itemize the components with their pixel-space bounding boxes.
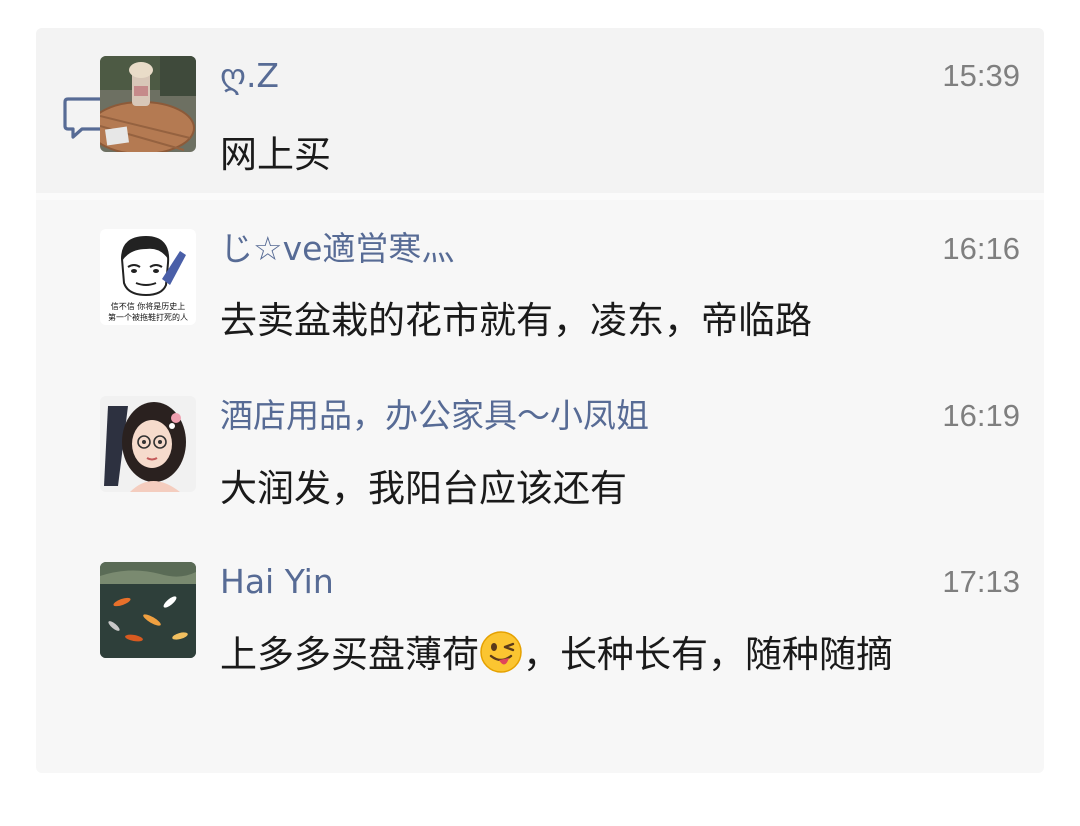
comment-time: 15:39 — [942, 58, 1020, 93]
comment-text-part: 上多多买盘薄荷 — [220, 633, 479, 676]
comment-text-part: ，长种长有，随种随摘 — [523, 633, 893, 676]
avatar-meme-face[interactable]: 信不信 你将是历史上 第一个被拖鞋打死的人 — [100, 229, 196, 325]
avatar-cartoon-girl[interactable] — [100, 396, 196, 492]
meme-caption-line2: 第一个被拖鞋打死的人 — [108, 312, 188, 322]
divider — [36, 193, 1044, 200]
comment-time: 17:13 — [942, 564, 1020, 599]
avatar-koi-pond-photo[interactable] — [100, 562, 196, 658]
comment-time: 16:16 — [942, 231, 1020, 266]
comment-text: 大润发，我阳台应该还有 — [220, 467, 627, 510]
commenter-name[interactable]: 酒店用品，办公家具～小凤姐 — [220, 396, 649, 436]
comment-text: 上多多买盘薄荷 ，长种长有，随种随摘 — [220, 624, 955, 685]
comment-text: 去卖盆栽的花市就有，凌东，帝临路 — [220, 299, 812, 342]
avatar-coffee-table-photo[interactable] — [100, 56, 196, 152]
commenter-name[interactable]: じ☆ve適営寒灬 — [220, 229, 454, 269]
commenter-name[interactable]: ღ.Z — [220, 56, 279, 96]
winking-face-tongue-emoji — [479, 630, 523, 674]
comment-text: 网上买 — [220, 133, 331, 176]
meme-caption-line1: 信不信 你将是历史上 — [111, 301, 186, 311]
commenter-name[interactable]: Hai Yin — [220, 562, 334, 602]
comment-time: 16:19 — [942, 398, 1020, 433]
